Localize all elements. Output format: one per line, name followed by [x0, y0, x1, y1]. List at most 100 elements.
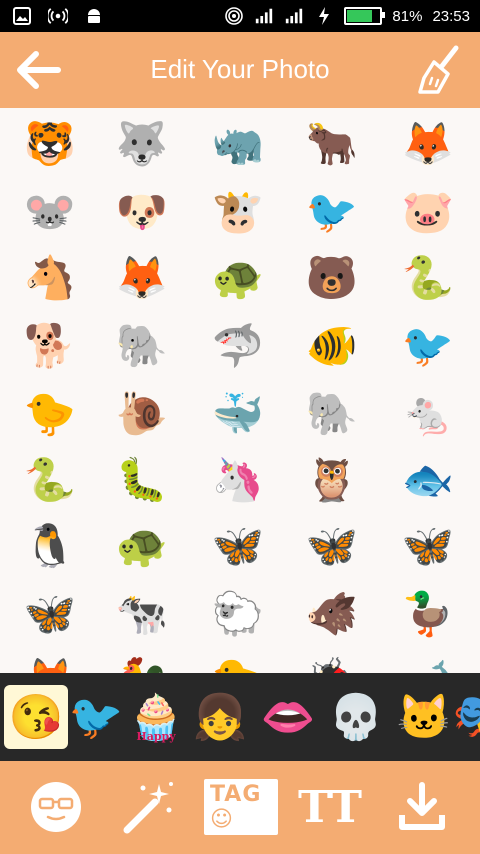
sticker-horse[interactable]: 🐴	[18, 246, 82, 310]
category-lips[interactable]: 👄	[256, 685, 320, 749]
whale-icon: 🐳	[211, 390, 265, 437]
sticker-whale-2[interactable]: 🐋	[396, 648, 460, 674]
category-mask[interactable]: 🎭	[448, 685, 480, 749]
turtle-icon: 🐢	[211, 254, 265, 301]
sticker-cow-2[interactable]: 🐄	[110, 582, 174, 646]
face-filter-button[interactable]	[24, 777, 88, 837]
rhino-icon: 🦏	[211, 120, 265, 167]
boar-icon: 🐗	[305, 590, 359, 637]
snake-icon: 🐍	[401, 254, 455, 301]
fox-2-icon: 🦊	[115, 254, 169, 301]
category-cartoon-bird[interactable]: 🐦	[64, 685, 128, 749]
cow-icon: 🐮	[211, 188, 265, 235]
tag-button[interactable]: TAG☺	[204, 777, 278, 837]
girl-icon: 👧	[192, 693, 248, 742]
sticker-duck[interactable]: 🦆	[396, 582, 460, 646]
bird-2-icon: 🐤	[212, 659, 264, 674]
tag-icon: TAG☺	[204, 779, 278, 835]
sticker-blue-bird[interactable]: 🐦	[300, 180, 364, 244]
pig-icon: 🐷	[401, 188, 455, 235]
sticker-boar[interactable]: 🐗	[300, 582, 364, 646]
sticker-butterfly-3[interactable]: 🦋	[396, 514, 460, 578]
image-icon	[12, 6, 32, 26]
category-skeleton[interactable]: 💀	[324, 685, 388, 749]
clear-button[interactable]	[416, 44, 462, 96]
sticker-fish[interactable]: 🐠	[300, 314, 364, 378]
elephant-icon: 🐘	[115, 322, 169, 369]
sticker-caterpillar[interactable]: 🐛	[110, 448, 174, 512]
sticker-bird[interactable]: 🐦	[396, 314, 460, 378]
sticker-chick[interactable]: 🐤	[18, 382, 82, 446]
download-button[interactable]	[390, 777, 454, 837]
sticker-moth[interactable]: 🦋	[18, 582, 82, 646]
sticker-snake-2[interactable]: 🐍	[18, 448, 82, 512]
sticker-owl[interactable]: 🦉	[300, 448, 364, 512]
tag-label: TAG	[210, 782, 262, 807]
fox-icon: 🦊	[401, 120, 455, 167]
mask-icon: 🎭	[452, 693, 480, 742]
snake-2-icon: 🐍	[23, 456, 77, 503]
app-header: Edit Your Photo	[0, 32, 480, 108]
sticker-sheep[interactable]: 🐑	[206, 582, 270, 646]
status-bar: 81% 23:53	[0, 0, 480, 32]
sticker-butterfly-2[interactable]: 🦋	[300, 514, 364, 578]
sticker-shark[interactable]: 🦈	[206, 314, 270, 378]
text-icon: TT	[298, 781, 362, 833]
category-cat[interactable]: 🐱	[392, 685, 456, 749]
sticker-fish-2[interactable]: 🐟	[396, 448, 460, 512]
rooster-icon: 🐓	[116, 659, 168, 674]
cat-icon: 🐱	[396, 693, 452, 742]
sticker-bull[interactable]: 🐂	[300, 112, 364, 176]
tortoise-icon: 🐢	[115, 522, 169, 569]
sticker-mouse-2[interactable]: 🐁	[396, 382, 460, 446]
magic-wand-icon	[123, 782, 173, 834]
sticker-bear[interactable]: 🐻	[300, 246, 364, 310]
sticker-tortoise[interactable]: 🐢	[110, 514, 174, 578]
sticker-mouse[interactable]: 🐭	[18, 180, 82, 244]
sticker-turtle[interactable]: 🐢	[206, 246, 270, 310]
sticker-rooster[interactable]: 🐓	[110, 648, 174, 674]
sticker-pig[interactable]: 🐷	[396, 180, 460, 244]
sticker-elephant[interactable]: 🐘	[110, 314, 174, 378]
battery-fill	[347, 10, 372, 22]
text-button[interactable]: TT	[298, 777, 362, 837]
sticker-ladybug[interactable]: 🐞	[300, 648, 364, 674]
sticker-elephant-2[interactable]: 🐘	[300, 382, 364, 446]
status-left	[12, 6, 104, 26]
duck-icon: 🦆	[401, 590, 455, 637]
sticker-butterfly[interactable]: 🦋	[206, 514, 270, 578]
sticker-bird-2[interactable]: 🐤	[206, 648, 270, 674]
cartoon-bird-icon: 🐦	[68, 693, 124, 742]
unicorn-icon: 🦄	[211, 456, 265, 503]
sticker-penguin[interactable]: 🐧	[18, 514, 82, 578]
skeleton-icon: 💀	[328, 693, 384, 742]
sticker-cow[interactable]: 🐮	[206, 180, 270, 244]
sticker-whale[interactable]: 🐳	[206, 382, 270, 446]
sticker-snail[interactable]: 🐌	[110, 382, 174, 446]
category-strip[interactable]: 😘 🐦 🧁 Happy 👧 👄 💀 🐱 🎭	[0, 673, 480, 761]
tag-face: ☺	[210, 807, 234, 832]
category-girl[interactable]: 👧	[188, 685, 252, 749]
tiger-icon: 🐯	[23, 120, 77, 167]
sticker-fox[interactable]: 🦊	[396, 112, 460, 176]
fish-2-icon: 🐟	[401, 456, 455, 503]
sticker-rhino[interactable]: 🦏	[206, 112, 270, 176]
puppy-icon: 🐶	[115, 188, 169, 235]
signal-icon	[254, 6, 274, 26]
sticker-dog[interactable]: 🐕	[18, 314, 82, 378]
penguin-icon: 🐧	[23, 522, 77, 569]
sticker-fox-2[interactable]: 🦊	[110, 246, 174, 310]
elephant-2-icon: 🐘	[305, 390, 359, 437]
sticker-snake[interactable]: 🐍	[396, 246, 460, 310]
sticker-unicorn[interactable]: 🦄	[206, 448, 270, 512]
sticker-grid: 🐯 🐺 🦏 🐂 🦊 🐭 🐶 🐮 🐦 🐷 🐴 🦊 🐢 🐻 🐍 🐕 🐘 🦈 🐠 🐦 🐤 🐌 🐳 🐘 🐁 🐍 🐛 🦄 🦉 🐟 🐧 🐢 🦋 🦋 🦋 🦋 🐄 🐑 🐗 🦆…	[0, 108, 480, 673]
sticker-puppy[interactable]: 🐶	[110, 180, 174, 244]
magic-wand-button[interactable]	[116, 777, 180, 837]
snail-icon: 🐌	[115, 390, 169, 437]
sticker-wolf[interactable]: 🐺	[110, 112, 174, 176]
cow-2-icon: 🐄	[115, 590, 169, 637]
sticker-tiger[interactable]: 🐯	[18, 112, 82, 176]
sticker-fox-3[interactable]: 🦊	[18, 648, 82, 674]
category-happy-birthday[interactable]: 🧁 Happy	[124, 685, 188, 749]
category-emoji-kiss[interactable]: 😘	[4, 685, 68, 749]
